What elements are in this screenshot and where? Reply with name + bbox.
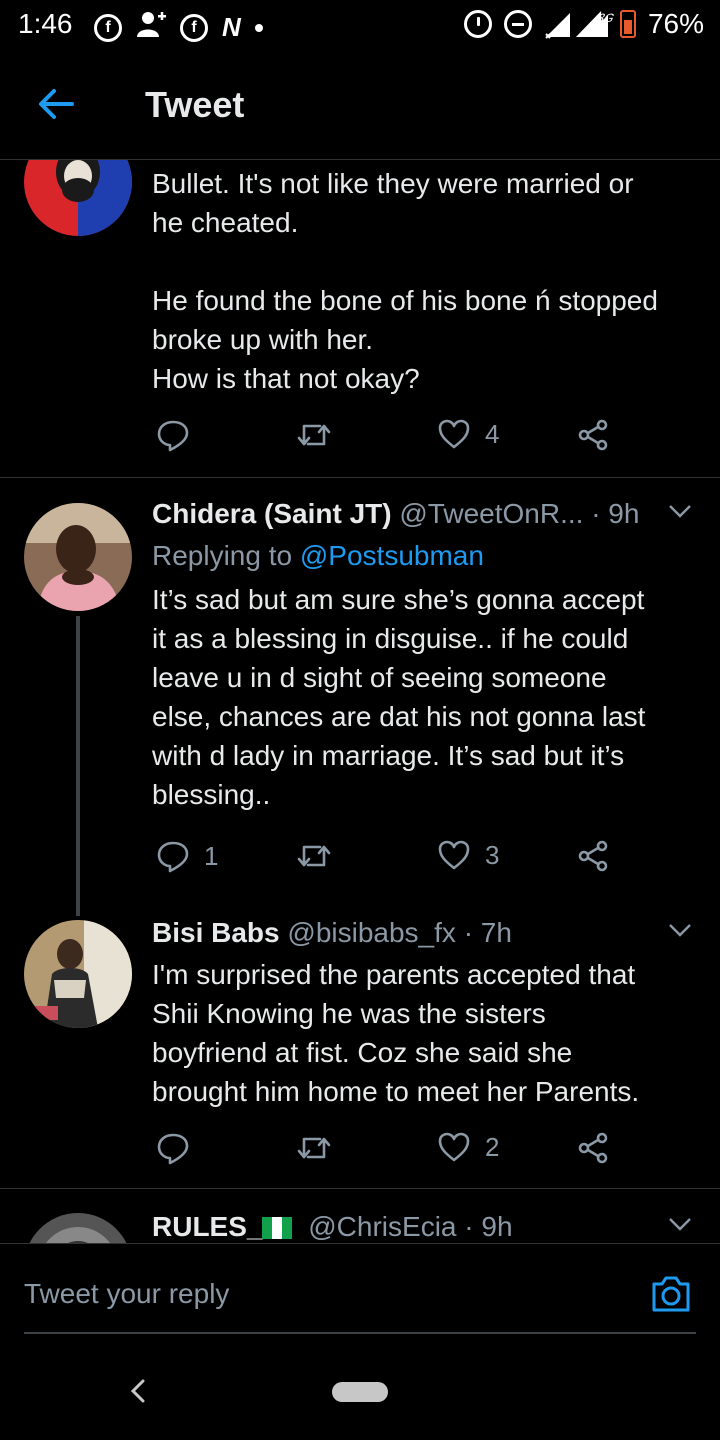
- reply-icon: [157, 1133, 189, 1165]
- tweet-actions: 1 3: [152, 839, 696, 879]
- facebook-icon: f: [180, 13, 208, 42]
- system-icons: 3G 76%: [463, 8, 704, 40]
- share-button[interactable]: [576, 418, 610, 452]
- signal-3g-icon: 3G: [575, 11, 617, 37]
- back-arrow-icon[interactable]: [36, 84, 76, 124]
- reply-underline: [24, 1332, 696, 1334]
- top-app-bar: Tweet: [0, 50, 720, 160]
- retweet-icon: [297, 1137, 331, 1159]
- tweet-time: · 9h: [591, 498, 640, 529]
- display-name[interactable]: Bisi Babs: [152, 917, 280, 948]
- system-nav-bar: [0, 1340, 720, 1440]
- alarm-icon: [463, 10, 492, 38]
- reply-button[interactable]: [156, 1131, 204, 1165]
- reply-button[interactable]: 1: [156, 839, 218, 873]
- tweet-time: · 9h: [464, 1211, 513, 1242]
- reply-button[interactable]: [156, 418, 204, 452]
- tweet-text: I'm surprised the parents accepted that …: [152, 959, 640, 1107]
- chevron-down-icon[interactable]: [668, 504, 692, 518]
- display-name[interactable]: RULES_: [152, 1211, 262, 1242]
- nav-back-icon[interactable]: [128, 1378, 148, 1404]
- heart-icon: [438, 419, 470, 449]
- camera-icon: [652, 1276, 690, 1312]
- retweet-icon: [297, 424, 331, 446]
- do-not-disturb-icon: [503, 10, 532, 38]
- status-bar: 1:46 f f N 3G 76%: [0, 0, 720, 50]
- share-button[interactable]: [576, 839, 610, 873]
- like-button[interactable]: 3: [437, 839, 499, 871]
- retweet-button[interactable]: [296, 418, 346, 452]
- facebook-icon: f: [94, 13, 122, 42]
- reply-input[interactable]: Tweet your reply: [24, 1278, 229, 1310]
- share-icon: [578, 1132, 608, 1164]
- share-button[interactable]: [576, 1131, 610, 1165]
- reply-composer: Tweet your reply: [0, 1243, 720, 1335]
- heart-icon: [438, 1132, 470, 1162]
- avatar[interactable]: [24, 1213, 132, 1243]
- notification-icons: f f N: [94, 10, 263, 45]
- status-time: 1:46: [18, 8, 73, 39]
- display-name[interactable]: Chidera (Saint JT): [152, 498, 392, 529]
- tweet-header: RULES_ @ChrisEcia · 9h: [152, 1211, 696, 1243]
- replying-handle-link[interactable]: @Postsubman: [300, 540, 484, 571]
- battery-percent: 76%: [647, 8, 704, 39]
- tweet-feed[interactable]: Bullet. It's not like they were married …: [0, 160, 720, 1243]
- share-icon: [578, 840, 608, 872]
- page-title: Tweet: [145, 84, 245, 125]
- user-handle[interactable]: @bisibabs_fx: [287, 917, 456, 948]
- avatar[interactable]: [24, 160, 132, 236]
- tweet-actions: 4: [152, 418, 720, 458]
- battery-icon: [619, 10, 636, 38]
- dot-icon: [254, 23, 263, 32]
- user-handle[interactable]: @ChrisEcia: [308, 1211, 456, 1242]
- tweet-text: Bullet. It's not like they were married …: [152, 168, 658, 394]
- tweet-item[interactable]: Bisi Babs @bisibabs_fx · 7h I'm surprise…: [0, 905, 720, 1187]
- tweet-actions: 2: [152, 1131, 696, 1171]
- user-handle[interactable]: @TweetOnR...: [399, 498, 583, 529]
- replying-to: Replying to @Postsubman: [152, 540, 484, 571]
- nigeria-flag-icon: [262, 1217, 293, 1239]
- retweet-button[interactable]: [296, 1131, 346, 1165]
- share-icon: [578, 419, 608, 451]
- reply-icon: [157, 841, 189, 873]
- tweet-header: Bisi Babs @bisibabs_fx · 7h: [152, 917, 696, 953]
- signal-icon: [544, 11, 570, 39]
- chevron-down-icon[interactable]: [668, 923, 692, 937]
- retweet-icon: [297, 845, 331, 867]
- like-button[interactable]: 2: [437, 1131, 499, 1163]
- add-user-icon: [136, 10, 166, 45]
- tweet-time: · 7h: [463, 917, 512, 948]
- avatar[interactable]: [24, 920, 132, 1028]
- heart-icon: [438, 840, 470, 870]
- n-app-icon: N: [222, 12, 241, 42]
- nav-home-pill[interactable]: [332, 1382, 388, 1402]
- tweet-header: Chidera (Saint JT) @TweetOnR... · 9h: [152, 498, 696, 534]
- retweet-button[interactable]: [296, 839, 346, 873]
- chevron-down-icon[interactable]: [668, 1217, 692, 1231]
- tweet-item[interactable]: RULES_ @ChrisEcia · 9h: [0, 1189, 720, 1243]
- camera-button[interactable]: [650, 1274, 692, 1314]
- avatar[interactable]: [24, 503, 132, 611]
- like-button[interactable]: 4: [437, 418, 499, 450]
- tweet-item[interactable]: Bullet. It's not like they were married …: [0, 160, 720, 477]
- reply-icon: [157, 420, 189, 452]
- tweet-text: It’s sad but am sure she’s gonna accept …: [152, 584, 646, 810]
